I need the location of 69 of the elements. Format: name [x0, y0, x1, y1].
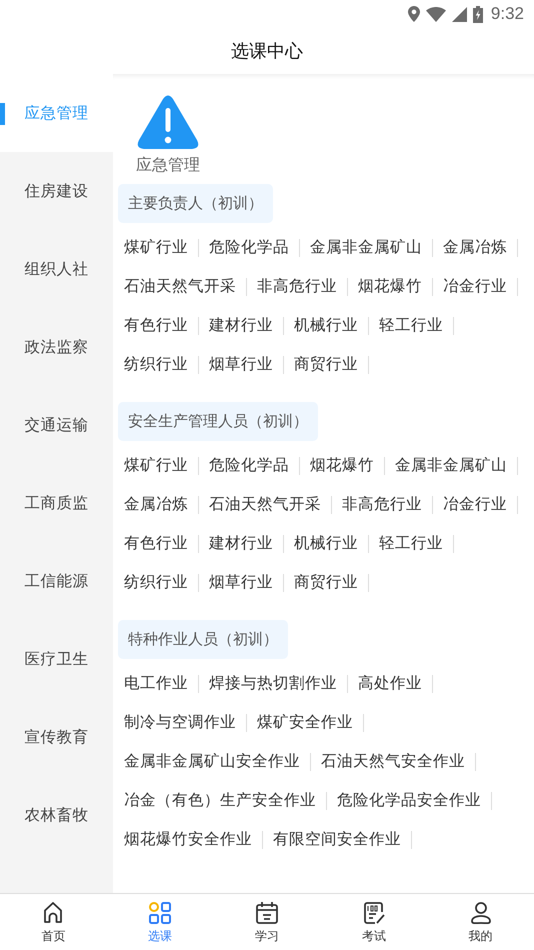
course-link[interactable]: 煤矿安全作业	[257, 712, 353, 733]
course-link[interactable]: 商贸行业	[294, 354, 358, 375]
course-link[interactable]: 建材行业	[209, 315, 273, 336]
location-icon	[408, 6, 420, 22]
section-heading: 安全生产管理人员（初训）	[118, 402, 318, 441]
course-link[interactable]: 电工作业	[124, 673, 188, 694]
course-link[interactable]: 有色行业	[124, 315, 188, 336]
sidebar-item[interactable]: 宣传教育	[0, 698, 113, 776]
course-link[interactable]: 石油天然气安全作业	[321, 751, 465, 772]
course-link[interactable]: 建材行业	[209, 533, 273, 554]
course-link[interactable]: 烟花爆竹	[358, 276, 422, 297]
course-link[interactable]: 机械行业	[294, 533, 358, 554]
course-link[interactable]: 煤矿行业	[124, 455, 188, 476]
battery-charging-icon	[472, 6, 483, 22]
tab-button[interactable]: 首页	[23, 900, 84, 944]
calendar-icon	[254, 900, 280, 926]
course-link[interactable]: 纺织行业	[124, 572, 188, 593]
course-link[interactable]: 冶金行业	[443, 494, 507, 515]
course-link[interactable]: 金属非金属矿山	[395, 455, 507, 476]
sidebar-item[interactable]: 工商质监	[0, 464, 113, 542]
course-link[interactable]: 商贸行业	[294, 572, 358, 593]
course-link[interactable]: 烟花爆竹	[310, 455, 374, 476]
course-link[interactable]: 焊接与热切割作业	[209, 673, 337, 694]
course-link[interactable]: 危险化学品安全作业	[337, 790, 481, 811]
course-link[interactable]: 纺织行业	[124, 354, 188, 375]
course-link[interactable]: 非高危行业	[342, 494, 422, 515]
course-link[interactable]: 高处作业	[358, 673, 422, 694]
warning-icon	[137, 95, 199, 151]
course-link[interactable]: 烟草行业	[209, 572, 273, 593]
sidebar-item[interactable]: 农林畜牧	[0, 776, 113, 854]
course-link[interactable]: 烟草行业	[209, 354, 273, 375]
course-link[interactable]: 煤矿行业	[124, 237, 188, 258]
tab-button[interactable]: 学习	[236, 900, 297, 944]
sidebar-item[interactable]: 医疗卫生	[0, 620, 113, 698]
course-link[interactable]: 非高危行业	[257, 276, 337, 297]
category-label: 应急管理	[136, 155, 200, 176]
course-link[interactable]: 有限空间安全作业	[273, 829, 401, 850]
sidebar-item[interactable]: 组织人社	[0, 230, 113, 308]
course-link[interactable]: 轻工行业	[379, 533, 443, 554]
selection-indicator	[0, 103, 5, 125]
course-link[interactable]: 危险化学品	[209, 455, 289, 476]
page-title: 选课中心	[231, 40, 303, 63]
course-link[interactable]: 金属非金属矿山安全作业	[124, 751, 300, 772]
course-link[interactable]: 机械行业	[294, 315, 358, 336]
course-link[interactable]: 有色行业	[124, 533, 188, 554]
grid-icon	[147, 900, 174, 926]
course-link[interactable]: 轻工行业	[379, 315, 443, 336]
signal-icon	[452, 6, 467, 22]
tab-button[interactable]: 选课	[130, 900, 190, 944]
sidebar-item[interactable]: 工信能源	[0, 542, 113, 620]
course-link[interactable]: 冶金（有色）生产安全作业	[124, 790, 316, 811]
course-link[interactable]: 烟花爆竹安全作业	[124, 829, 252, 850]
course-link[interactable]: 金属冶炼	[124, 494, 188, 515]
section-heading: 特种作业人员（初训）	[118, 620, 288, 659]
course-link[interactable]: 金属非金属矿山	[310, 237, 422, 258]
course-link[interactable]: 石油天然气开采	[124, 276, 236, 297]
course-link[interactable]: 冶金行业	[443, 276, 507, 297]
tab-button[interactable]: 我的	[450, 900, 511, 944]
clock-time: 9:32	[490, 4, 524, 24]
sidebar-item[interactable]: 政法监察	[0, 308, 113, 386]
sidebar-item[interactable]: 住房建设	[0, 152, 113, 230]
section-heading: 主要负责人（初训）	[118, 184, 273, 223]
tab-button[interactable]: 考试	[344, 900, 404, 944]
course-link[interactable]: 危险化学品	[209, 237, 289, 258]
sidebar-item[interactable]: 交通运输	[0, 386, 113, 464]
wifi-icon	[426, 6, 446, 22]
course-link[interactable]: 制冷与空调作业	[124, 712, 236, 733]
course-link[interactable]: 石油天然气开采	[209, 494, 321, 515]
course-link[interactable]: 金属冶炼	[443, 237, 507, 258]
